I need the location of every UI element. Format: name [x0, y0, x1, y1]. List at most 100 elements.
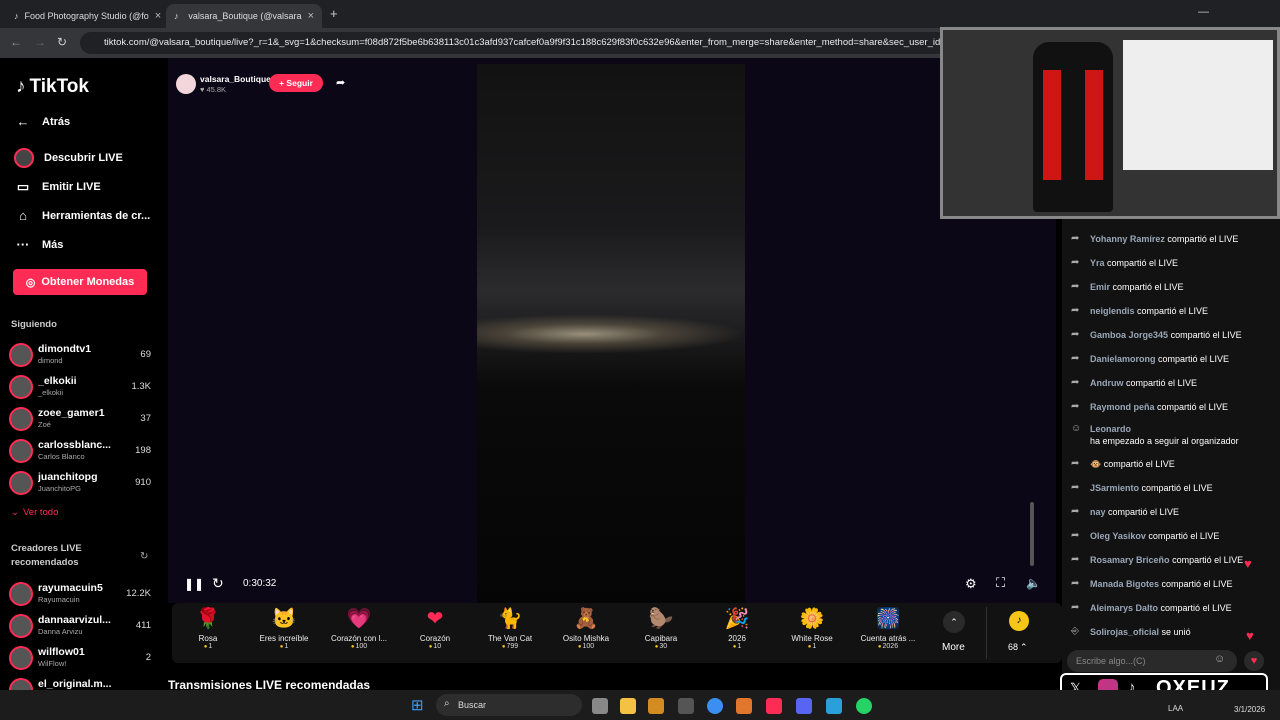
gift-icon: 🦫: [648, 608, 674, 630]
gift-item[interactable]: 🐱Eres increíble1: [248, 607, 320, 661]
app-icon[interactable]: [648, 698, 664, 714]
chair-stripe: [1085, 70, 1103, 180]
like-heart-icon[interactable]: ♥: [1244, 651, 1264, 671]
following-user[interactable]: carlossblanc... Carlos Blanco 198: [9, 437, 151, 465]
chat-message: ➦ Yohanny Ramírez compartió el LIVE: [1071, 233, 1239, 244]
chevron-down-icon: ⌄: [11, 507, 19, 518]
discord-icon[interactable]: [796, 698, 812, 714]
browser-tab-active[interactable]: ♪ valsara_Boutique (@valsara ×: [166, 4, 322, 28]
nav-more[interactable]: ··· Más: [14, 237, 64, 252]
chat-message: ☺ Leonardo ha empezado a seguir al organiz…: [1071, 423, 1239, 446]
nav-creator-tools[interactable]: ⌂ Herramientas de cr...: [14, 208, 150, 223]
live-player[interactable]: valsara_Boutique ♥ 45.8K + Seguir ➦ ❚❚ ↻ …: [168, 58, 1056, 603]
gift-item[interactable]: 🎉20261: [701, 607, 773, 661]
reload-icon[interactable]: ↻: [57, 35, 67, 49]
minimize-icon[interactable]: —: [1198, 6, 1209, 18]
gift-icon: 🧸: [573, 608, 599, 630]
gift-item[interactable]: ❤Corazón10: [399, 607, 471, 661]
tab-title: valsara_Boutique (@valsara: [188, 11, 302, 21]
following-user[interactable]: juanchitopg JuanchitoPG 910: [9, 469, 151, 497]
share-icon: ➦: [1071, 578, 1080, 589]
home-tools-icon: ⌂: [19, 208, 27, 223]
following-user[interactable]: _elkokii _elkokii 1.3K: [9, 373, 151, 401]
gift-item[interactable]: 🎆Cuenta atrás ...2026: [852, 607, 924, 661]
share-icon: ➦: [1071, 377, 1080, 388]
recommended-user[interactable]: el_original.m...: [9, 676, 151, 690]
volume-slider[interactable]: [1030, 502, 1034, 566]
share-icon: ➦: [1071, 482, 1080, 493]
nav-discover-live[interactable]: Descubrir LIVE: [14, 148, 123, 168]
avatar: [9, 582, 33, 606]
follow-button[interactable]: + Seguir: [269, 74, 323, 92]
join-icon: ⎆: [1071, 626, 1079, 637]
share-icon: ➦: [1071, 257, 1080, 268]
date[interactable]: 3/1/2026: [1234, 705, 1265, 714]
avatar: [9, 343, 33, 367]
host-avatar[interactable]: [176, 74, 196, 94]
task-view-icon[interactable]: [592, 698, 608, 714]
close-tab-icon[interactable]: ×: [155, 10, 161, 22]
get-coins-button[interactable]: ◎ Obtener Monedas: [13, 269, 147, 295]
coin-icon[interactable]: ♪: [1009, 611, 1029, 631]
close-tab-icon[interactable]: ×: [308, 10, 314, 22]
chat-message: ➦ 🐵 compartió el LIVE: [1071, 458, 1175, 469]
refresh-icon[interactable]: ↻: [140, 551, 148, 562]
share-icon[interactable]: ➦: [336, 76, 345, 89]
app-icon[interactable]: [678, 698, 694, 714]
replay-icon[interactable]: ↻: [212, 575, 224, 592]
chat-input[interactable]: Escribe algo...(C): [1067, 650, 1237, 672]
pause-icon[interactable]: ❚❚: [184, 577, 204, 591]
share-icon: ➦: [1071, 305, 1080, 316]
tiktok-app-icon[interactable]: [766, 698, 782, 714]
recommended-user[interactable]: wilflow01 WilFlow! 2: [9, 644, 151, 672]
emoji-icon[interactable]: ☺: [1214, 653, 1225, 665]
tiktok-logo[interactable]: ♪ TikTok: [16, 76, 89, 98]
gift-item[interactable]: 🧸Osito Mishka100: [550, 607, 622, 661]
new-tab-icon[interactable]: +: [330, 6, 338, 21]
gift-item[interactable]: 🌹Rosa1: [172, 607, 244, 661]
back-button[interactable]: ← Atrás: [14, 114, 71, 129]
recommended-user[interactable]: dannaarvizul... Danna Arvizu 411: [9, 612, 151, 640]
more-gifts-button[interactable]: More: [942, 642, 965, 653]
language-indicator[interactable]: LAA: [1168, 704, 1183, 713]
windows-start-icon[interactable]: ⊞: [411, 696, 424, 714]
avatar: [9, 614, 33, 638]
gift-item[interactable]: 💗Corazón con l...100: [323, 607, 395, 661]
live-chat: ➦ Yohanny Ramírez compartió el LIVE ➦ Yra …: [1062, 218, 1280, 690]
chat-message: ➦ Oleg Yasikov compartió el LIVE: [1071, 530, 1220, 541]
chevron-up-icon[interactable]: ⌃: [943, 611, 965, 633]
coin-balance[interactable]: 68 ⌃: [1008, 642, 1028, 653]
heart-icon: ♥: [1244, 556, 1252, 571]
telegram-icon[interactable]: [826, 698, 842, 714]
browser-tab[interactable]: ♪ Food Photography Studio (@fo ×: [6, 4, 164, 28]
avatar: [9, 375, 33, 399]
forward-icon[interactable]: →: [34, 35, 46, 49]
folder-icon[interactable]: [620, 698, 636, 714]
fullscreen-icon[interactable]: ⛶: [996, 575, 1005, 591]
heart-icon: ♥: [200, 85, 205, 94]
chat-message: ➦ Danielamorong compartió el LIVE: [1071, 353, 1230, 364]
whatsapp-icon[interactable]: [856, 698, 872, 714]
chat-message: ➦ Andruw compartió el LIVE: [1071, 377, 1198, 388]
gift-item[interactable]: 🌼White Rose1: [776, 607, 848, 661]
back-icon[interactable]: ←: [10, 35, 22, 49]
gift-item[interactable]: 🐈The Van Cat799: [474, 607, 546, 661]
avatar: [9, 471, 33, 495]
see-all-link[interactable]: ⌄ Ver todo: [11, 507, 58, 518]
gift-item[interactable]: 🦫Capibara30: [625, 607, 697, 661]
recommended-user[interactable]: rayumacuin5 Rayumacuin 12.2K: [9, 580, 151, 608]
host-name[interactable]: valsara_Boutique: [200, 74, 271, 84]
taskbar-search[interactable]: Buscar: [436, 694, 582, 716]
settings-icon[interactable]: ⚙: [965, 576, 977, 592]
following-user[interactable]: dimondtv1 dimond 69: [9, 341, 151, 369]
chrome-icon[interactable]: [707, 698, 723, 714]
app-icon[interactable]: [736, 698, 752, 714]
share-icon: ➦: [1071, 506, 1080, 517]
taskbar: ⊞ Buscar ⌕ LAA 3/1/2026: [0, 690, 1280, 720]
elapsed-time: 0:30:32: [243, 578, 277, 589]
nav-go-live[interactable]: ▭ Emitir LIVE: [14, 179, 101, 195]
volume-icon[interactable]: 🔈: [1026, 576, 1041, 590]
following-user[interactable]: zoee_gamer1 Zoé 37: [9, 405, 151, 433]
chat-message: ➦ Yra compartió el LIVE: [1071, 257, 1179, 268]
live-video[interactable]: [477, 64, 745, 603]
